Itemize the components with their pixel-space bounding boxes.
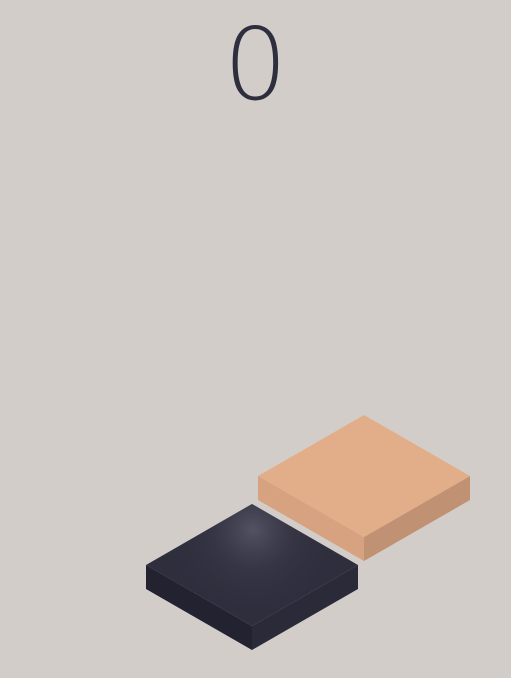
game-stage[interactable]: 0 xyxy=(0,0,511,678)
game-board[interactable] xyxy=(0,0,511,678)
next-block-top xyxy=(258,415,470,537)
